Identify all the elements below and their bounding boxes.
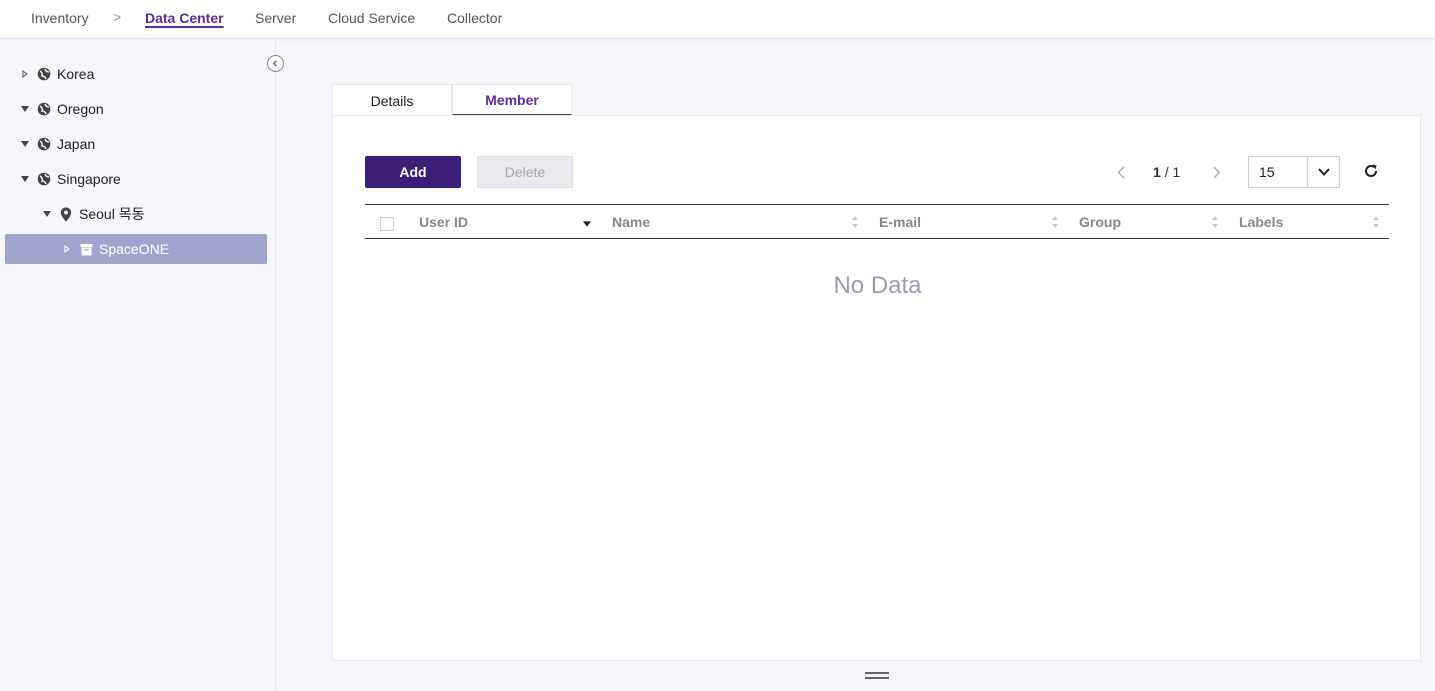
tab-details[interactable]: Details	[332, 84, 452, 116]
member-panel: Add Delete 1 / 1 15 User ID Name E-mail …	[332, 115, 1421, 661]
collapse-sidebar-button[interactable]	[267, 55, 284, 72]
sort-icon[interactable]	[1051, 215, 1059, 229]
tree-item-label: Oregon	[57, 101, 104, 117]
tab-member[interactable]: Member	[452, 84, 572, 116]
total-pages: / 1	[1164, 164, 1181, 180]
column-header-user-id[interactable]: User ID	[419, 214, 468, 230]
collapse-caret-icon[interactable]	[42, 209, 52, 219]
tree-item-korea[interactable]: Korea	[20, 59, 94, 89]
page-size-value[interactable]: 15	[1249, 157, 1309, 187]
prev-page-button[interactable]	[1115, 165, 1127, 179]
chevron-right-icon	[1213, 166, 1221, 178]
sort-desc-icon[interactable]	[583, 217, 591, 231]
sort-icon[interactable]	[851, 215, 859, 229]
select-all-checkbox[interactable]	[380, 217, 394, 231]
globe-icon	[37, 172, 51, 186]
sort-icon[interactable]	[1372, 215, 1380, 229]
nav-server[interactable]: Server	[255, 10, 296, 26]
tree-item-label: Singapore	[57, 171, 121, 187]
column-header-labels[interactable]: Labels	[1239, 214, 1283, 230]
top-navigation-bar: Inventory > Data Center Server Cloud Ser…	[0, 0, 1435, 39]
location-pin-icon	[59, 207, 73, 221]
tree-item-label: Korea	[57, 66, 95, 82]
delete-button[interactable]: Delete	[477, 156, 573, 188]
nav-inventory[interactable]: Inventory	[31, 10, 89, 26]
sort-icon[interactable]	[1211, 215, 1219, 229]
collapse-caret-icon[interactable]	[20, 104, 30, 114]
next-page-button[interactable]	[1211, 165, 1223, 179]
tree-item-seoul-mokdong[interactable]: Seoul 목동	[42, 199, 144, 229]
page-size-select[interactable]: 15	[1248, 156, 1340, 188]
tree-item-label: Japan	[57, 136, 96, 152]
column-header-email[interactable]: E-mail	[879, 214, 921, 230]
page-size-dropdown-button[interactable]	[1308, 157, 1339, 187]
tree-item-label: SpaceONE	[99, 241, 170, 257]
tree-item-label: Seoul 목동	[79, 206, 145, 222]
current-page: 1	[1153, 164, 1161, 180]
column-header-group[interactable]: Group	[1079, 214, 1121, 230]
page-indicator: 1 / 1	[1153, 164, 1180, 180]
chevron-down-icon	[1317, 168, 1330, 176]
nav-collector[interactable]: Collector	[447, 10, 502, 26]
column-header-name[interactable]: Name	[612, 214, 650, 230]
nav-cloud-service[interactable]: Cloud Service	[328, 10, 415, 26]
archive-box-icon	[79, 242, 93, 256]
tree-item-spaceone[interactable]: SpaceONE	[5, 234, 267, 264]
refresh-button[interactable]	[1363, 163, 1381, 181]
tree-item-singapore[interactable]: Singapore	[20, 164, 121, 194]
refresh-icon	[1365, 164, 1378, 177]
empty-state-text: No Data	[833, 272, 922, 299]
chevron-left-icon	[272, 60, 277, 67]
panel-resize-handle[interactable]	[865, 672, 889, 679]
breadcrumb-separator: >	[113, 9, 122, 25]
add-button[interactable]: Add	[365, 156, 461, 188]
table-header: User ID Name E-mail Group Labels	[365, 204, 1389, 239]
globe-icon	[37, 137, 51, 151]
chevron-left-icon	[1117, 166, 1125, 178]
expand-caret-icon[interactable]	[62, 244, 72, 254]
globe-icon	[37, 67, 51, 81]
collapse-caret-icon[interactable]	[20, 139, 30, 149]
tree-item-japan[interactable]: Japan	[20, 129, 95, 159]
globe-icon	[37, 102, 51, 116]
tree-item-oregon[interactable]: Oregon	[20, 94, 104, 124]
nav-data-center[interactable]: Data Center	[145, 10, 224, 26]
expand-caret-icon[interactable]	[20, 69, 30, 79]
collapse-caret-icon[interactable]	[20, 174, 30, 184]
